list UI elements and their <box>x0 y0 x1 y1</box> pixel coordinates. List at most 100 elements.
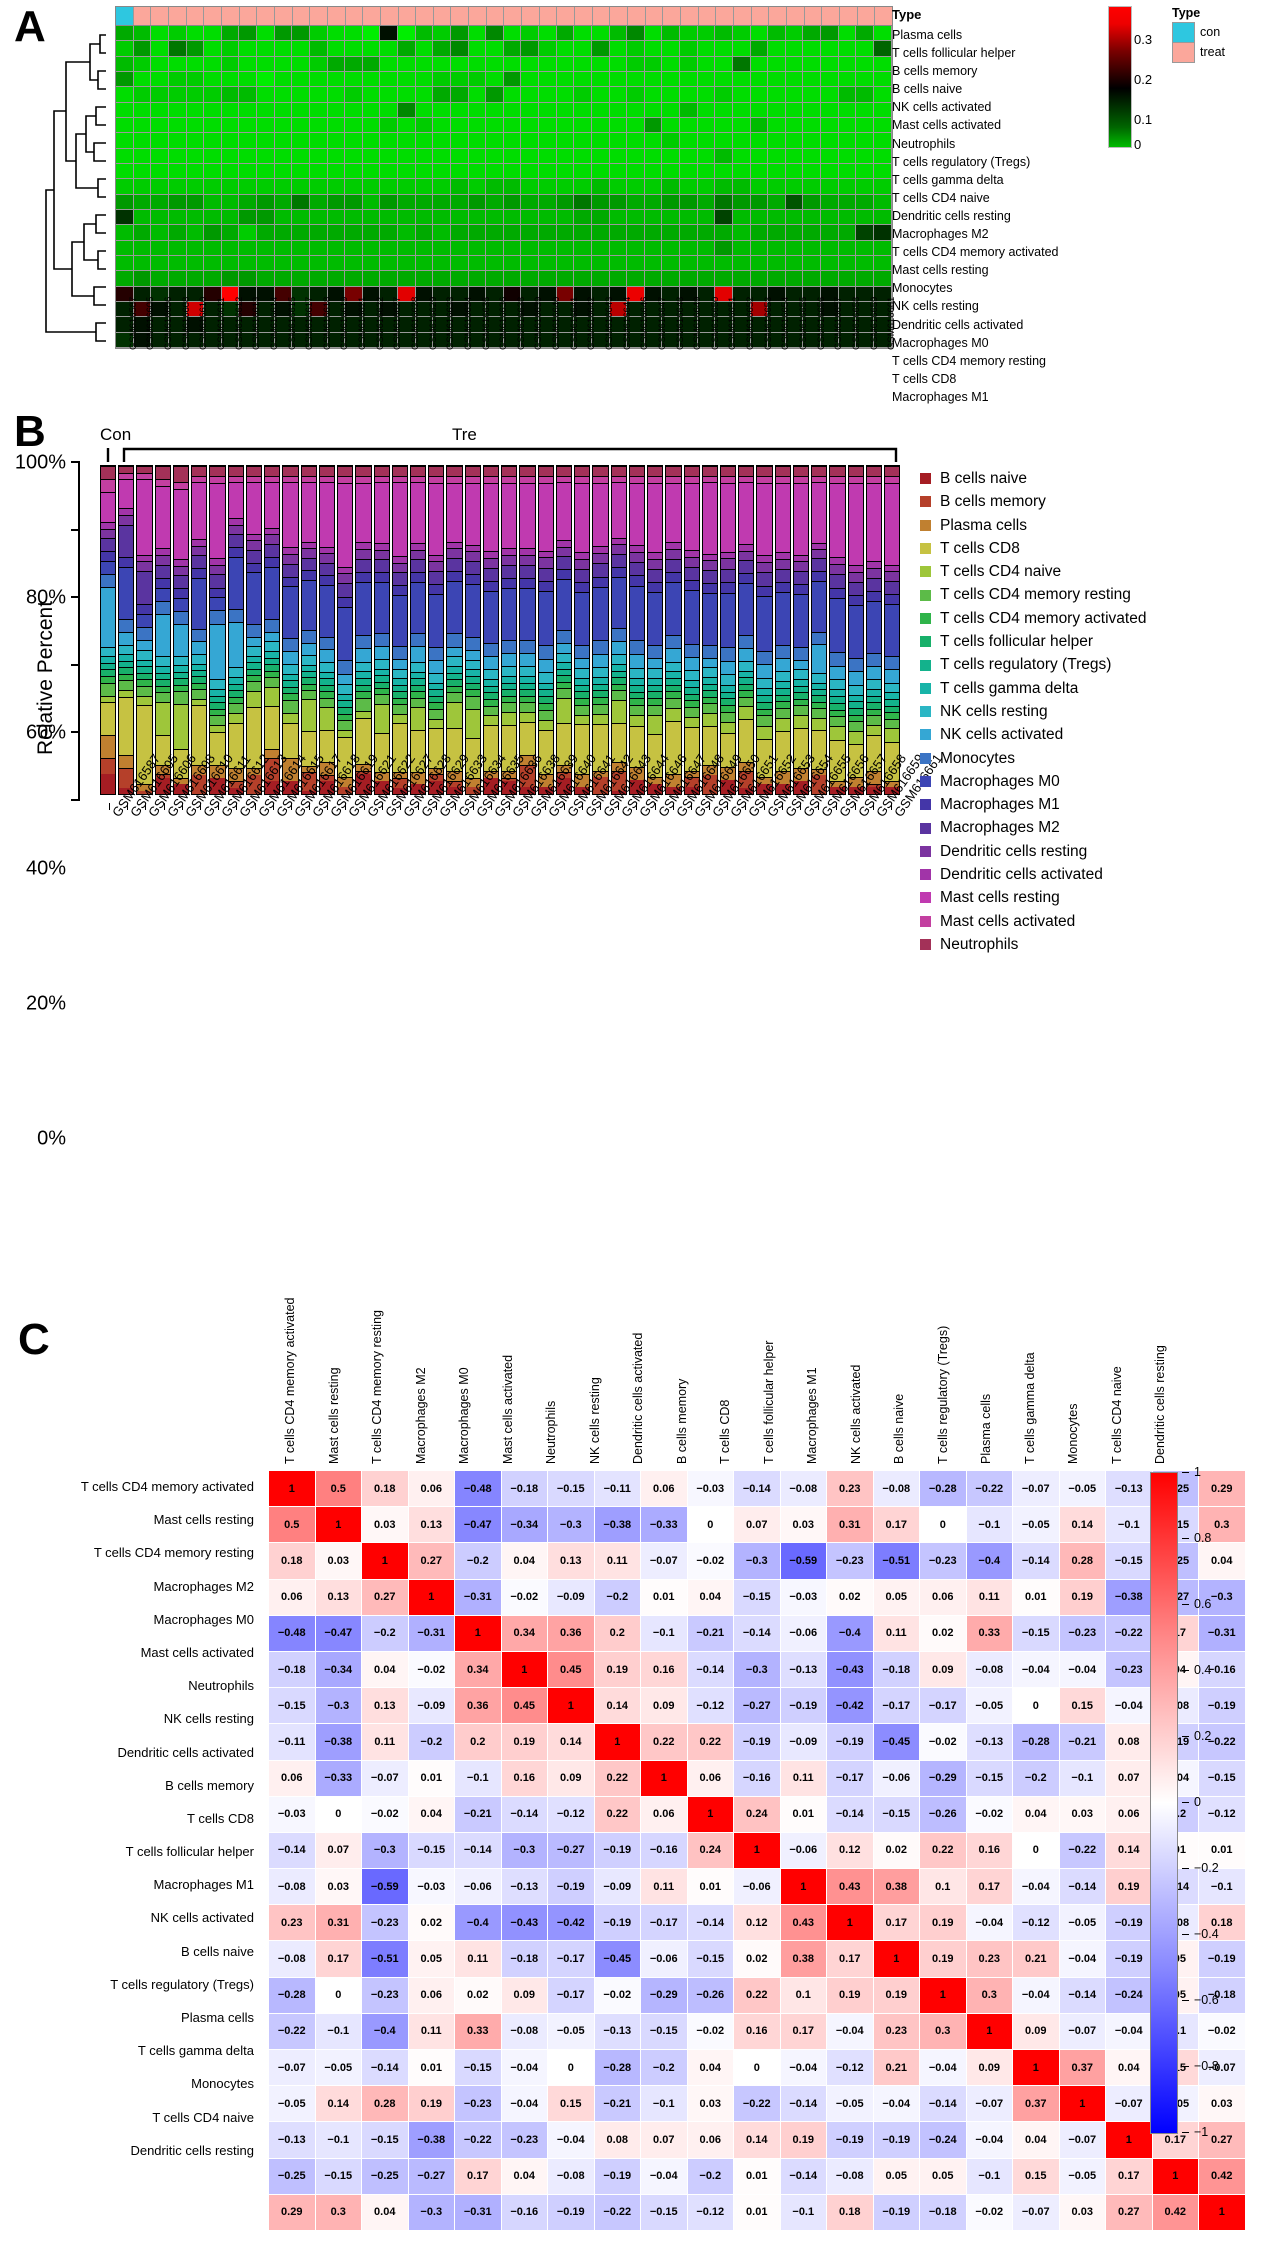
panel-c-matrix-cell: −0.05 <box>1058 2157 1106 2195</box>
panel-a-heatmap-cell <box>486 41 504 57</box>
panel-b-bar-segment <box>246 562 262 573</box>
panel-c-column-label: NK cells resting <box>587 1377 602 1464</box>
panel-b-bar-segment <box>775 658 790 672</box>
color-swatch-icon <box>920 589 931 601</box>
panel-b-bar-segment <box>392 704 407 714</box>
panel-b-bar <box>245 465 263 795</box>
panel-c-matrix-cell: 0.12 <box>733 1904 781 1942</box>
panel-b-bar-segment <box>830 709 845 717</box>
panel-a-heatmap-cell <box>680 271 698 287</box>
panel-b-bar-segment <box>720 568 736 583</box>
panel-a-heatmap-cell <box>239 209 257 226</box>
panel-a-heatmap-cell <box>750 194 769 210</box>
panel-c-matrix-cell: 0.23 <box>826 1469 874 1508</box>
panel-a-heatmap-cell <box>133 194 152 210</box>
panel-a-heatmap-cell <box>539 117 557 134</box>
panel-a-heatmap-cell <box>327 56 346 72</box>
panel-a-heatmap-cell <box>732 117 751 134</box>
panel-a-row-dendrogram <box>45 34 106 342</box>
panel-b-bar-segment <box>739 660 754 671</box>
panel-c-matrix-cell: −0.05 <box>1058 1469 1106 1508</box>
panel-c-matrix-cell: −0.59 <box>361 1868 409 1906</box>
panel-a-heatmap-cell <box>627 148 645 164</box>
panel-a-type-cell <box>239 7 258 25</box>
panel-c-matrix-cell: −0.1 <box>640 2085 688 2123</box>
panel-a-heatmap-cell <box>521 87 539 103</box>
panel-c-matrix-cell: 0.11 <box>779 1759 827 1797</box>
panel-a-heatmap-cell <box>186 26 205 42</box>
panel-b-bar-segment <box>629 551 645 562</box>
panel-b-bar-segment <box>319 585 335 637</box>
panel-a-heatmap-cell <box>309 240 328 256</box>
panel-a-column-label: GSM616638 <box>515 296 527 350</box>
panel-a-heatmap-cell <box>503 179 522 195</box>
panel-a-heatmap-cell <box>556 194 575 210</box>
panel-a-type-cell <box>557 7 576 25</box>
panel-b-bar-segment <box>319 707 335 730</box>
color-swatch-icon <box>920 776 931 787</box>
panel-c-matrix-cell: −0.05 <box>547 2012 595 2051</box>
panel-c-matrix-cell: −0.14 <box>361 2048 409 2087</box>
panel-c-matrix-cell: −0.1 <box>965 1506 1013 1544</box>
panel-a-heatmap-cell <box>327 87 346 103</box>
panel-a-heatmap-cell <box>168 117 187 134</box>
panel-c-matrix-cell: −0.31 <box>407 1614 455 1652</box>
panel-a-heatmap-cell <box>168 240 187 256</box>
panel-c-matrix-row: −0.18 −0.34 0.04 −0.02 0.34 1 0.45 0.19 0.16 −0.1… <box>268 1650 1246 1689</box>
panel-b-bar-segment <box>356 466 371 476</box>
panel-c-matrix-cell: −0.13 <box>779 1650 827 1689</box>
panel-c-matrix-cell: −0.02 <box>919 1723 967 1761</box>
panel-a-heatmap-cell <box>732 133 751 149</box>
panel-b-bar-segment <box>866 600 882 654</box>
panel-a-type-cell <box>681 7 699 25</box>
panel-b-bar-segment <box>648 697 663 705</box>
panel-c-matrix-cell: −0.33 <box>640 1506 688 1544</box>
panel-c-matrix-cell: −0.2 <box>1012 1759 1060 1797</box>
panel-c-matrix-cell: 0.19 <box>407 2085 455 2123</box>
panel-b-bar-segment <box>392 466 407 476</box>
panel-b-bar-segment <box>556 466 572 476</box>
panel-b-bar-segment <box>775 466 790 476</box>
panel-a-heatmap-cell <box>398 163 416 180</box>
panel-b-bar-segment <box>155 564 170 578</box>
panel-c-matrix-cell: −0.19 <box>826 1723 874 1761</box>
panel-b-bar-segment <box>885 580 900 595</box>
panel-a-heatmap-cell <box>521 194 539 210</box>
panel-c-matrix-cell: −0.15 <box>1012 1614 1060 1652</box>
panel-a-heatmap-cell <box>415 255 434 272</box>
panel-a-heatmap-cell <box>116 117 134 134</box>
color-swatch-icon <box>920 892 931 904</box>
panel-b-bar-segment <box>556 556 572 570</box>
panel-b-bar-segment <box>265 566 280 619</box>
panel-a-heatmap-cell <box>556 117 575 134</box>
panel-a-heatmap-cell <box>309 225 328 241</box>
panel-a-heatmap-cell <box>204 194 222 210</box>
panel-a-heatmap-cell <box>609 240 628 256</box>
panel-b-legend-label: Dendritic cells resting <box>940 842 1088 860</box>
panel-c-matrix-cell: 0.17 <box>872 1506 920 1544</box>
panel-a-heatmap-cell <box>680 240 698 256</box>
panel-b-bar-segment <box>593 576 608 587</box>
panel-a-row-label: T cells regulatory (Tregs) <box>892 154 1031 169</box>
panel-a-heatmap-cell <box>750 271 769 287</box>
panel-c-matrix-row: −0.11 −0.38 0.11 −0.2 0.2 0.19 0.14 1 0.22 0.22 −0… <box>268 1723 1246 1761</box>
panel-c-matrix-cell: −0.02 <box>500 1578 548 1616</box>
panel-b-bar <box>355 465 372 795</box>
panel-c-matrix-cell: 0.06 <box>407 1976 455 2014</box>
panel-a-heatmap-cell <box>168 41 187 57</box>
panel-a-heatmap-cell <box>785 209 804 226</box>
panel-a-heatmap-cell <box>468 163 487 180</box>
panel-a-heatmap-cell <box>644 225 663 241</box>
panel-b-bar-segment <box>812 644 827 674</box>
panel-c-matrix-cell: −0.12 <box>686 2193 734 2231</box>
panel-a-heatmap-cell <box>732 163 751 180</box>
panel-a-heatmap-cell <box>327 255 346 272</box>
panel-c-matrix-cell: 0.3 <box>965 1976 1013 2014</box>
panel-c-matrix-cell: −0.13 <box>593 2012 641 2051</box>
panel-a-heatmap-cell <box>186 87 205 103</box>
panel-c-matrix-cell: −0.02 <box>686 2012 734 2051</box>
panel-b-bar-segment <box>283 586 298 639</box>
panel-a-heatmap-cell <box>697 56 716 72</box>
panel-a-heatmap-cell <box>309 26 328 42</box>
panel-b-bar <box>719 465 737 795</box>
